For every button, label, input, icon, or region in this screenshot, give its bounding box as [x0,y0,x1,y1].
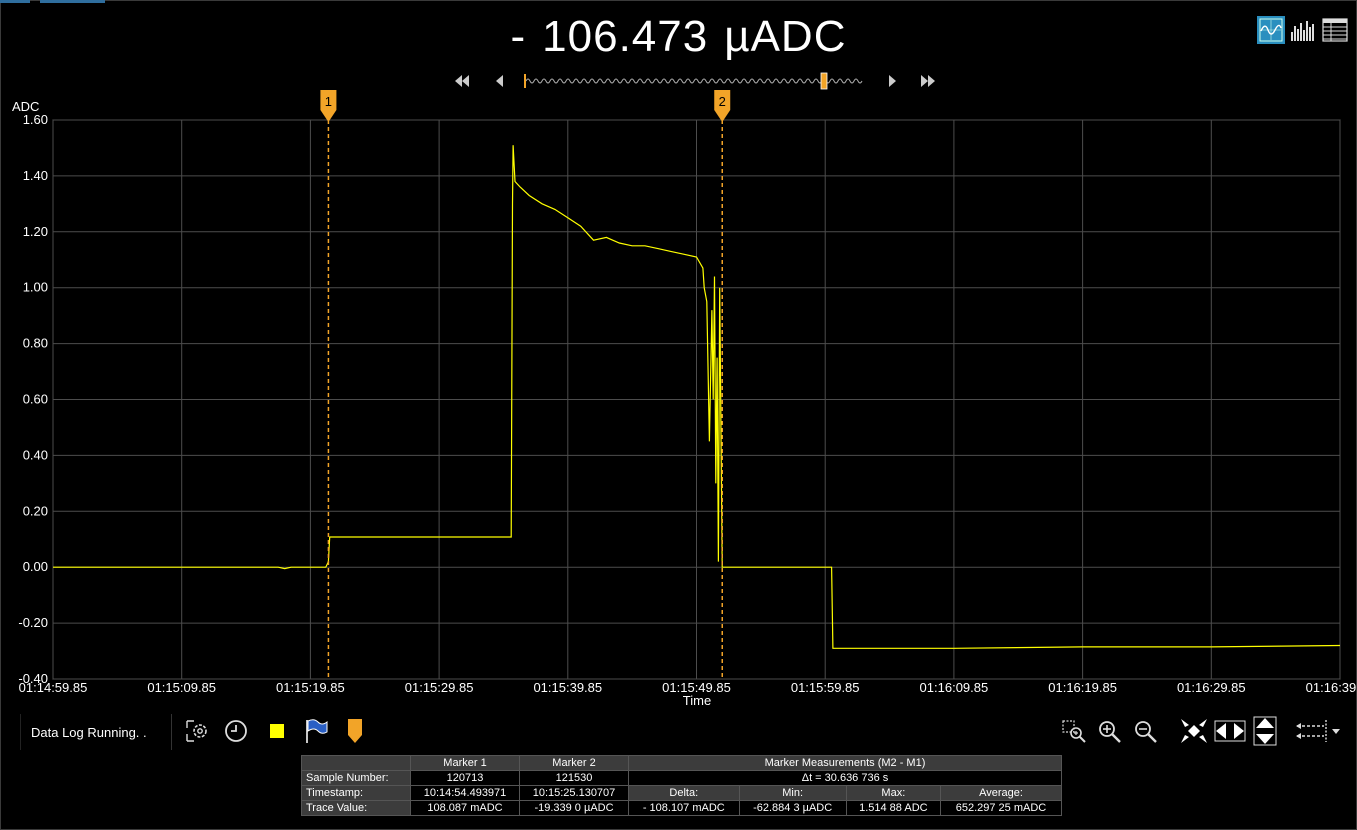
x-tick-label: 01:15:39.85 [533,680,602,695]
y-tick-labels: 1.60 1.40 1.20 1.00 0.80 0.60 0.40 0.20 0.00 -0.2… [18,112,48,686]
table-corner [301,755,411,771]
row-label-sample: Sample Number: [301,770,411,786]
x-tick-label: 01:15:29.85 [405,680,474,695]
clock-icon[interactable] [222,716,250,746]
x-tick-label: 01:16:29.85 [1177,680,1246,695]
header-min: Min: [738,785,847,801]
y-tick-label: 1.60 [23,112,48,127]
m1-timestamp: 10:14:54.493971 [410,785,520,801]
y-tick-label: 0.00 [23,559,48,574]
marker-label: 1 [325,94,332,109]
delta-time: Δt = 30.636 736 s [628,770,1062,786]
y-tick-label: -0.20 [18,615,48,630]
m1-trace-value: 108.087 mADC [410,800,520,816]
max-value: 1.514 88 ADC [845,800,941,816]
row-label-trace: Trace Value: [301,800,411,816]
settings-icon[interactable] [184,716,212,746]
col-marker2: Marker 2 [519,755,629,771]
min-value: -62.884 3 µADC [738,800,847,816]
y-tick-label: 1.20 [23,224,48,239]
header-delta: Delta: [628,785,740,801]
color-square-icon[interactable] [263,716,291,746]
m2-trace-value: -19.339 0 µADC [519,800,629,816]
zoom-in-icon[interactable] [1096,716,1124,746]
m1-sample: 120713 [410,770,520,786]
x-tick-labels: 01:14:59.85 01:15:09.85 01:15:19.85 01:15:2… [19,680,1357,695]
y-tick-label: 0.40 [23,447,48,462]
marker-label: 2 [719,94,726,109]
flag-icon[interactable] [302,716,330,746]
x-tick-label: 01:16:39.85 [1306,680,1357,695]
chart-grid [52,119,1341,680]
waveform-chart[interactable]: 1.60 1.40 1.20 1.00 0.80 0.60 0.40 0.20 0.00 -0.2… [0,0,1357,700]
marker-measurement-table: Marker 1 Marker 2 Marker Measurements (M… [301,755,1063,816]
x-tick-label: 01:16:19.85 [1048,680,1117,695]
y-tick-label: 0.20 [23,503,48,518]
header-average: Average: [939,785,1063,801]
y-tick-label: 0.60 [23,392,48,407]
marker-icon[interactable] [341,716,369,746]
col-measurements: Marker Measurements (M2 - M1) [628,755,1062,771]
col-marker1: Marker 1 [410,755,520,771]
x-tick-label: 01:14:59.85 [19,680,88,695]
fit-horizontal-icon[interactable] [1214,716,1246,746]
zoom-out-icon[interactable] [1132,716,1160,746]
status-text: Data Log Running. . [20,714,172,750]
fit-vertical-icon[interactable] [1250,716,1280,746]
m2-timestamp: 10:15:25.130707 [519,785,629,801]
y-tick-label: 1.00 [23,280,48,295]
x-tick-label: 01:15:19.85 [276,680,345,695]
x-tick-label: 01:15:49.85 [662,680,731,695]
delta-value: - 108.107 mADC [628,800,740,816]
row-label-timestamp: Timestamp: [301,785,411,801]
cursor-mode-icon[interactable] [1294,716,1342,746]
x-tick-label: 01:15:09.85 [147,680,216,695]
y-tick-label: 0.80 [23,336,48,351]
y-tick-label: 1.40 [23,168,48,183]
x-tick-label: 01:16:09.85 [920,680,989,695]
m2-sample: 121530 [519,770,629,786]
zoom-box-icon[interactable] [1060,716,1088,746]
average-value: 652.297 25 mADC [939,800,1063,816]
header-max: Max: [845,785,941,801]
x-tick-label: 01:15:59.85 [791,680,860,695]
fit-all-icon[interactable] [1178,716,1210,746]
marker-layer: 12 [320,90,731,679]
